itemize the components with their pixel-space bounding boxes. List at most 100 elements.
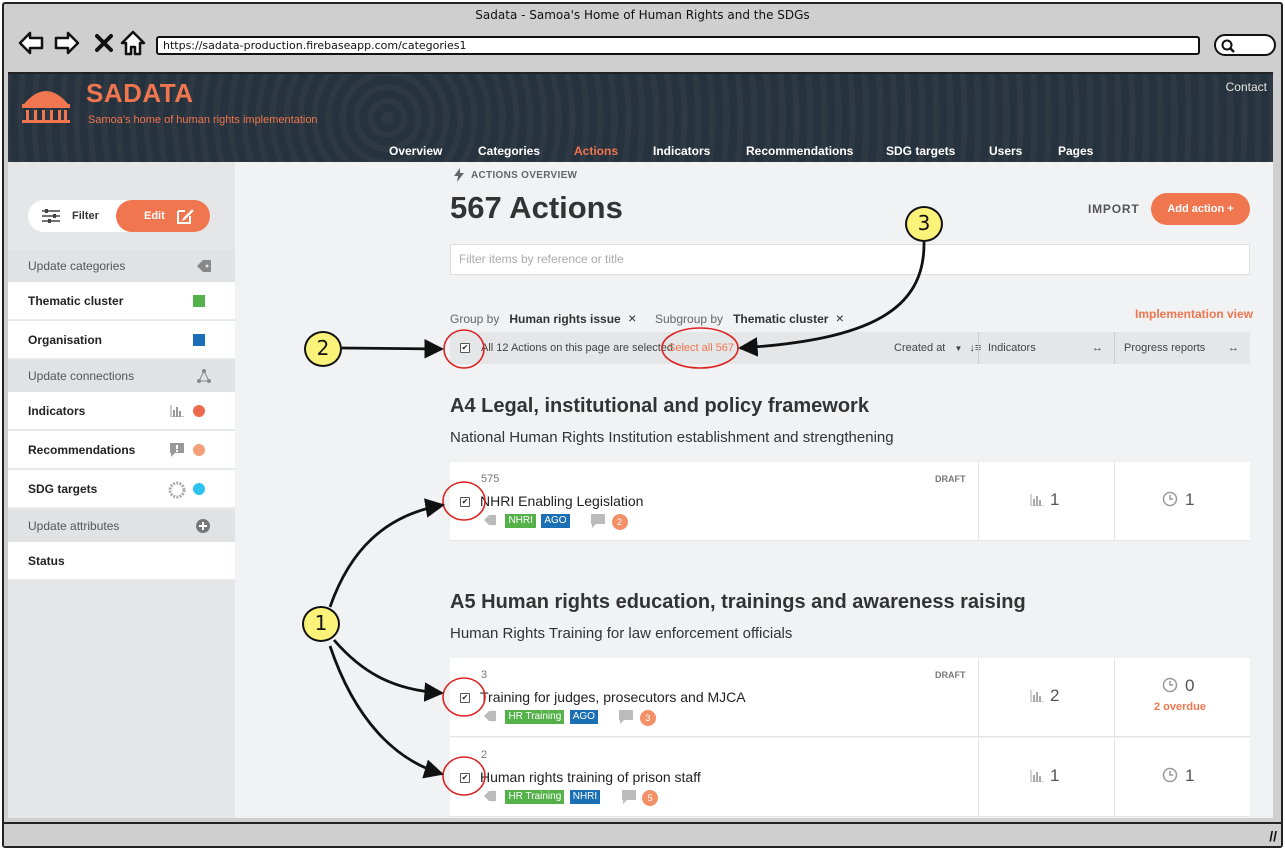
sidebar-item-recommendations[interactable]: Recommendations (8, 431, 235, 469)
sliders-icon (42, 209, 60, 223)
comment-icon (170, 443, 184, 457)
resize-grip-icon[interactable]: // (1269, 828, 1277, 844)
brand-name[interactable]: SADATA (86, 78, 193, 109)
sidebar-item-label: Status (28, 554, 65, 568)
clock-icon (1162, 677, 1178, 693)
stop-icon[interactable] (90, 28, 120, 58)
annotation-badge: 1 (302, 606, 340, 642)
close-icon[interactable]: × (628, 310, 636, 326)
table-row[interactable]: 575 ✔ NHRI Enabling Legislation DRAFT NH… (450, 462, 1250, 541)
row-title[interactable]: NHRI Enabling Legislation (480, 493, 643, 509)
table-row[interactable]: 3 ✔ Training for judges, prosecutors and… (450, 658, 1250, 737)
select-all-link[interactable]: Select all 567 (668, 332, 734, 364)
group-title: A4 Legal, institutional and policy frame… (450, 395, 869, 417)
nav-recommendations[interactable]: Recommendations (746, 140, 853, 162)
nav-sdg-targets[interactable]: SDG targets (886, 140, 955, 162)
category-tag[interactable]: HR Training (505, 710, 565, 724)
table-row[interactable]: 2 ✔ Human rights training of prison staf… (450, 738, 1250, 817)
category-tag[interactable]: NHRI (569, 790, 601, 804)
contact-link[interactable]: Contact (1226, 80, 1267, 94)
overdue-label[interactable]: 2 overdue (1154, 701, 1206, 713)
comment-icon (619, 710, 634, 724)
home-icon[interactable] (118, 28, 148, 58)
section-title: Update categories (28, 259, 126, 273)
row-title[interactable]: Human rights training of prison staff (480, 769, 701, 785)
edit-toggle[interactable]: Edit (116, 200, 210, 232)
row-title[interactable]: Training for judges, prosecutors and MJC… (480, 689, 746, 705)
update-categories-header: Update categories (8, 250, 235, 282)
row-checkbox[interactable]: ✔ (460, 497, 470, 507)
recommendations-count[interactable]: 2 (611, 514, 628, 530)
cell-divider (978, 658, 979, 737)
tag-icon (484, 790, 496, 802)
row-tags: NHRI AGO 2 (483, 514, 628, 530)
column-indicators: Indicators (988, 342, 1036, 354)
clock-icon (1162, 767, 1178, 783)
nav-users[interactable]: Users (989, 140, 1022, 162)
comment-icon (621, 790, 636, 804)
row-checkbox[interactable]: ✔ (460, 693, 470, 703)
row-checkbox[interactable]: ✔ (460, 773, 470, 783)
network-icon (197, 369, 211, 383)
sidebar-item-sdg-targets[interactable]: SDG targets (8, 470, 235, 508)
list-header: ✔ All 12 Actions on this page are select… (450, 332, 1250, 364)
sidebar-item-thematic-cluster[interactable]: Thematic cluster (8, 282, 235, 320)
select-page-checkbox[interactable]: ✔ (460, 343, 470, 353)
fale-logo-icon[interactable] (20, 84, 72, 126)
import-button[interactable]: IMPORT (1088, 202, 1139, 216)
sidebar-item-organisation[interactable]: Organisation (8, 321, 235, 359)
category-tag[interactable]: HR Training (505, 790, 565, 804)
address-bar[interactable]: https://sadata-production.firebaseapp.co… (156, 36, 1200, 55)
nav-overview[interactable]: Overview (389, 140, 442, 162)
page-title: 567 Actions (450, 190, 623, 225)
add-action-button[interactable]: Add action + (1151, 193, 1250, 225)
update-connections-header: Update connections (8, 360, 235, 392)
recommendations-count[interactable]: 5 (642, 790, 659, 806)
browser-search-box[interactable] (1214, 34, 1276, 56)
section-title: Update connections (28, 369, 135, 383)
plus-circle-icon[interactable] (196, 519, 210, 533)
subgroup-title: Human Rights Training for law enforcemen… (450, 625, 793, 642)
bar-chart-icon (1030, 494, 1044, 506)
color-dot (193, 483, 205, 495)
subgroup-by-control[interactable]: Subgroup by Thematic cluster × (655, 310, 844, 326)
color-dot (193, 444, 205, 456)
close-icon[interactable]: × (836, 310, 844, 326)
category-tag[interactable]: AGO (541, 514, 570, 528)
nav-categories[interactable]: Categories (478, 140, 540, 162)
category-tag[interactable]: AGO (569, 710, 598, 724)
expand-column-icon[interactable]: ↔ (1092, 332, 1103, 364)
search-icon (1221, 39, 1235, 53)
indicator-count: 1 (1050, 490, 1060, 509)
site-header: SADATA Samoa's home of human rights impl… (8, 74, 1273, 162)
recommendations-count[interactable]: 3 (639, 710, 656, 726)
sidebar-item-label: Indicators (28, 404, 86, 418)
nav-indicators[interactable]: Indicators (653, 140, 710, 162)
implementation-view-link[interactable]: Implementation view (1135, 307, 1253, 321)
cell-divider (1114, 462, 1115, 541)
sidebar-item-label: Recommendations (28, 443, 136, 457)
indicator-count: 2 (1050, 686, 1060, 705)
nav-actions[interactable]: Actions (574, 140, 618, 162)
filter-toggle[interactable]: Filter (42, 200, 99, 232)
category-tag[interactable]: NHRI (505, 514, 536, 528)
sort-order-icon[interactable]: ↓≡ (969, 342, 981, 354)
group-by-control[interactable]: Group by Human rights issue × (450, 310, 636, 326)
column-progress-reports: Progress reports (1124, 342, 1206, 354)
row-tags: HR Training NHRI 5 (483, 790, 659, 806)
tag-icon (197, 260, 211, 272)
progress-report-count: 1 (1185, 490, 1195, 509)
expand-column-icon[interactable]: ↔ (1228, 332, 1239, 364)
back-arrow-icon[interactable] (16, 28, 46, 58)
sort-created-at[interactable]: Created at ▼ ↓≡ (894, 332, 981, 364)
color-swatch (193, 334, 205, 346)
sidebar-item-indicators[interactable]: Indicators (8, 392, 235, 430)
tag-icon (484, 710, 496, 722)
cell-divider (1114, 738, 1115, 817)
progress-report-count: 1 (1185, 766, 1195, 785)
nav-pages[interactable]: Pages (1058, 140, 1093, 162)
subgroup-title: National Human Rights Institution establ… (450, 429, 894, 446)
sidebar-item-status[interactable]: Status (8, 542, 235, 580)
forward-arrow-icon[interactable] (52, 28, 82, 58)
search-input[interactable]: Filter items by reference or title (450, 244, 1250, 275)
